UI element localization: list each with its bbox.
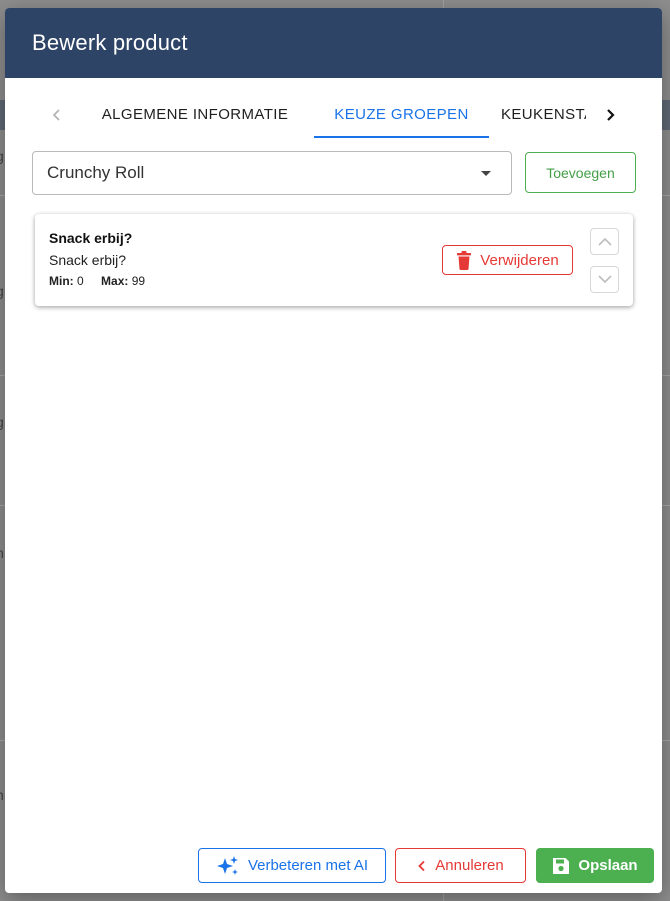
sparkle-icon — [216, 855, 238, 875]
floppy-disk-icon — [553, 857, 570, 874]
move-up-button[interactable] — [590, 228, 619, 255]
max-value: 99 — [131, 274, 146, 288]
active-tab-indicator — [314, 136, 489, 138]
background-text-fragment: n — [0, 787, 4, 803]
chevron-left-icon — [52, 109, 60, 121]
tab-general-info[interactable]: ALGEMENE INFORMATIE — [90, 90, 300, 138]
chevron-left-icon — [418, 860, 425, 871]
edit-product-dialog: Bewerk product ALGEMENE INFORMATIE KEUZE… — [5, 8, 662, 893]
background-text-fragment: g — [0, 414, 4, 430]
tab-bar: ALGEMENE INFORMATIE KEUZE GROEPEN KEUKEN… — [5, 90, 662, 140]
tab-label: ALGEMENE INFORMATIE — [101, 105, 289, 123]
cancel-button[interactable]: Annuleren — [395, 848, 526, 883]
dialog-title: Bewerk product — [32, 30, 188, 55]
dialog-header: Bewerk product — [5, 8, 662, 78]
choice-group-limits: Min: 0 Max: 99 — [49, 274, 145, 288]
save-button-label: Opslaan — [578, 857, 638, 874]
tab-label: KEUZE GROEPEN — [334, 105, 469, 123]
add-choice-group-button[interactable]: Toevoegen — [525, 152, 636, 193]
background-text-fragment: n — [0, 545, 4, 561]
tab-scroll-left-button[interactable] — [42, 100, 72, 130]
chevron-up-icon — [597, 237, 612, 246]
tab-label: KEUKENSTATION — [501, 105, 586, 123]
delete-button-label: Verwijderen — [480, 251, 559, 269]
tab-choice-groups[interactable]: KEUZE GROEPEN — [314, 90, 489, 138]
min-value: 0 — [77, 274, 84, 288]
background-text-fragment: g — [0, 148, 4, 164]
choice-group-title: Snack erbij? — [49, 230, 133, 246]
chevron-right-icon — [607, 109, 615, 121]
add-button-label: Toevoegen — [546, 164, 615, 181]
background-text-fragment: g — [0, 283, 4, 299]
ai-button-label: Verbeteren met AI — [247, 857, 369, 874]
chevron-down-icon — [597, 275, 612, 284]
min-label: Min: — [49, 274, 74, 288]
choice-group-card: Snack erbij? Snack erbij? Min: 0 Max: 99… — [35, 214, 633, 306]
tab-scroll-right-button[interactable] — [595, 100, 625, 130]
improve-with-ai-button[interactable]: Verbeteren met AI — [198, 848, 386, 883]
choice-group-select[interactable]: Crunchy Roll — [32, 151, 512, 195]
trash-icon — [457, 250, 472, 270]
max-label: Max: — [101, 274, 129, 288]
choice-group-subtitle: Snack erbij? — [49, 252, 127, 268]
caret-down-icon — [481, 171, 491, 176]
cancel-button-label: Annuleren — [435, 857, 504, 874]
tab-kitchen-station-clip: KEUKENSTATION — [501, 90, 586, 138]
save-button[interactable]: Opslaan — [536, 848, 654, 883]
tab-kitchen-station[interactable]: KEUKENSTATION — [501, 90, 586, 138]
move-down-button[interactable] — [590, 266, 619, 293]
choice-group-select-value: Crunchy Roll — [47, 163, 145, 182]
delete-choice-group-button[interactable]: Verwijderen — [442, 245, 573, 275]
